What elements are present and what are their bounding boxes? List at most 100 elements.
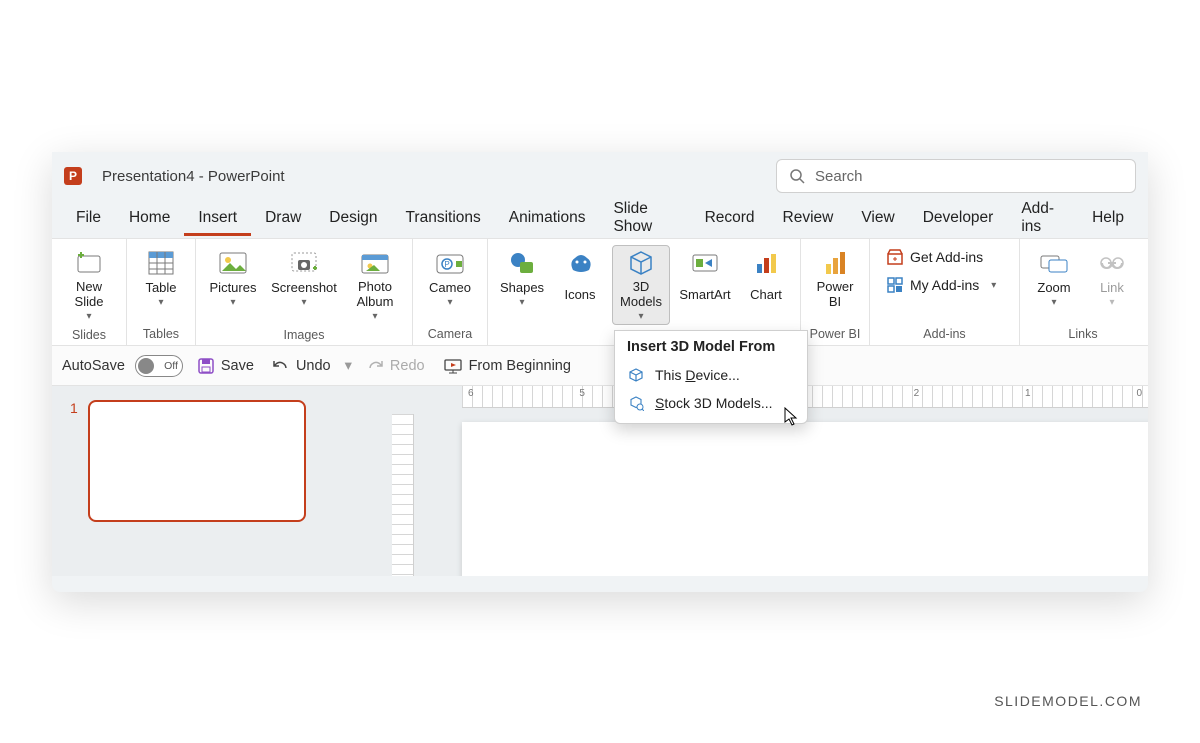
table-button[interactable]: Table▾: [135, 245, 187, 313]
watermark: SLIDEMODEL.COM: [994, 693, 1142, 709]
tab-review[interactable]: Review: [769, 203, 848, 236]
dropdown-stock-models[interactable]: Stock 3D Models...: [615, 389, 807, 417]
cube-icon: [624, 248, 658, 278]
save-button[interactable]: Save: [193, 353, 258, 379]
3d-models-button[interactable]: 3D Models▾: [612, 245, 670, 325]
store-icon: [886, 248, 904, 266]
group-tables: Table▾ Tables: [127, 239, 196, 345]
new-slide-icon: [72, 248, 106, 278]
chevron-down-icon: ▾: [230, 297, 235, 309]
chevron-down-icon: ▾: [519, 297, 524, 309]
chevron-down-icon: ▾: [1051, 297, 1056, 309]
chevron-down-icon: ▾: [638, 311, 643, 323]
group-label-links: Links: [1028, 324, 1138, 345]
tab-animations[interactable]: Animations: [495, 203, 600, 236]
pictures-icon: [216, 248, 250, 278]
autosave-label: AutoSave: [62, 358, 125, 374]
icons-icon: [563, 248, 597, 278]
chevron-down-icon: ▾: [301, 297, 306, 309]
group-camera: P Cameo▾ Camera: [413, 239, 488, 345]
presentation-icon: [443, 358, 463, 374]
chart-icon: [749, 248, 783, 278]
slide-thumbnails: 1: [52, 386, 332, 576]
tab-transitions[interactable]: Transitions: [392, 203, 495, 236]
from-beginning-button[interactable]: From Beginning: [439, 354, 575, 378]
shapes-icon: [505, 248, 539, 278]
chart-button[interactable]: Chart: [740, 245, 792, 313]
get-addins-button[interactable]: Get Add-ins: [878, 245, 1004, 269]
powerbi-button[interactable]: Power BI: [809, 245, 861, 313]
chevron-down-icon: ▾: [372, 311, 377, 323]
link-icon: [1095, 248, 1129, 278]
save-icon: [197, 357, 215, 375]
tab-developer[interactable]: Developer: [909, 203, 1008, 236]
slide-thumbnail-1[interactable]: [88, 400, 306, 522]
table-icon: [144, 248, 178, 278]
photo-album-icon: [358, 248, 392, 278]
tab-addins-tab[interactable]: Add-ins: [1007, 194, 1078, 245]
tab-design[interactable]: Design: [315, 203, 391, 236]
redo-button[interactable]: Redo: [362, 354, 429, 378]
my-addins-button[interactable]: My Add-ins ▾: [878, 273, 1004, 297]
group-label-powerbi: Power BI: [809, 324, 861, 345]
redo-icon: [366, 358, 384, 374]
chevron-down-icon: ▾: [447, 297, 452, 309]
photo-album-button[interactable]: Photo Album▾: [346, 245, 404, 325]
group-links: Zoom▾ Link▾ Links: [1020, 239, 1146, 345]
smartart-icon: [688, 248, 722, 278]
ribbon: New Slide▾ Slides Table▾ Tables: [52, 238, 1148, 346]
ribbon-tabs: File Home Insert Draw Design Transitions…: [52, 200, 1148, 238]
dropdown-title: Insert 3D Model From: [615, 331, 807, 361]
cube-search-icon: [627, 394, 645, 412]
new-slide-button[interactable]: New Slide▾: [60, 245, 118, 325]
svg-text:P: P: [444, 260, 449, 269]
chevron-down-icon[interactable]: ▾: [345, 358, 352, 374]
dropdown-this-device[interactable]: This Device...: [615, 361, 807, 389]
autosave-toggle[interactable]: Off: [135, 355, 183, 377]
slide-canvas[interactable]: [462, 422, 1148, 576]
link-button[interactable]: Link▾: [1086, 245, 1138, 313]
mouse-cursor: [784, 407, 798, 427]
tab-file[interactable]: File: [62, 203, 115, 236]
powerbi-icon: [818, 248, 852, 278]
search-icon: [789, 168, 805, 184]
tab-draw[interactable]: Draw: [251, 203, 315, 236]
work-area: 1 6 5 4 3 2 1 0: [52, 386, 1148, 576]
tab-record[interactable]: Record: [691, 203, 769, 236]
undo-icon: [272, 358, 290, 374]
vertical-ruler: [392, 414, 414, 576]
zoom-icon: [1037, 248, 1071, 278]
group-addins: Get Add-ins My Add-ins ▾ Add-ins: [870, 239, 1020, 345]
chevron-down-icon: ▾: [991, 280, 996, 291]
search-box[interactable]: Search: [776, 159, 1136, 193]
group-powerbi: Power BI Power BI: [801, 239, 870, 345]
quick-access-toolbar: AutoSave Off Save Undo ▾ Redo From Begin…: [52, 346, 1148, 386]
group-images: Pictures▾ Screenshot▾ Photo Album▾ Image…: [196, 239, 413, 345]
undo-button[interactable]: Undo: [268, 354, 335, 378]
group-label-camera: Camera: [421, 324, 479, 345]
zoom-button[interactable]: Zoom▾: [1028, 245, 1080, 313]
cameo-button[interactable]: P Cameo▾: [421, 245, 479, 313]
group-label-images: Images: [204, 325, 404, 346]
tab-insert[interactable]: Insert: [184, 203, 251, 236]
cube-icon: [627, 366, 645, 384]
tab-help[interactable]: Help: [1078, 203, 1138, 236]
smartart-button[interactable]: SmartArt: [676, 245, 734, 313]
tab-view[interactable]: View: [847, 203, 908, 236]
slide-number: 1: [70, 400, 78, 522]
icons-button[interactable]: Icons: [554, 245, 606, 313]
screenshot-icon: [287, 248, 321, 278]
group-label-addins: Add-ins: [878, 324, 1011, 345]
shapes-button[interactable]: Shapes▾: [496, 245, 548, 313]
tab-slideshow[interactable]: Slide Show: [599, 194, 690, 245]
chevron-down-icon: ▾: [86, 311, 91, 323]
search-placeholder: Search: [815, 168, 863, 185]
group-label-slides: Slides: [60, 325, 118, 346]
screenshot-button[interactable]: Screenshot▾: [268, 245, 340, 313]
pictures-button[interactable]: Pictures▾: [204, 245, 262, 313]
addins-icon: [886, 276, 904, 294]
chevron-down-icon: ▾: [158, 297, 163, 309]
3d-models-dropdown: Insert 3D Model From This Device... Stoc…: [614, 330, 808, 424]
app-window: P Presentation4 - PowerPoint Search File…: [52, 152, 1148, 592]
tab-home[interactable]: Home: [115, 203, 184, 236]
